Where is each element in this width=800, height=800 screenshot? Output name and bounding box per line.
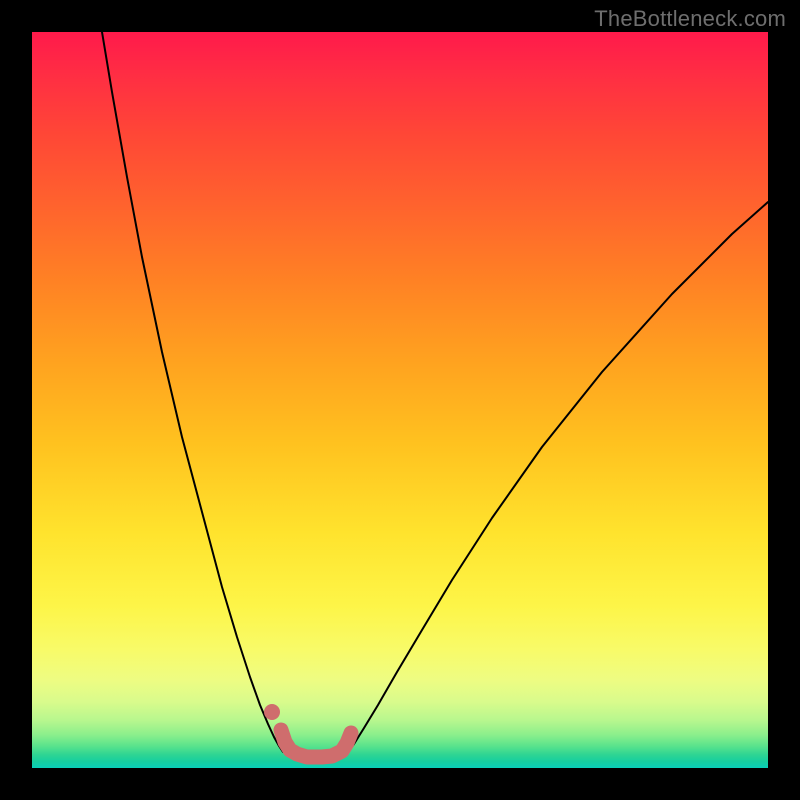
series-left-branch <box>102 32 283 752</box>
watermark-text: TheBottleneck.com <box>594 6 786 32</box>
series-layer <box>102 32 768 757</box>
series-bottom-marker <box>281 730 351 757</box>
plot-area <box>32 32 768 768</box>
chart-svg <box>32 32 768 768</box>
series-right-branch <box>348 202 768 752</box>
chart-frame: TheBottleneck.com <box>0 0 800 800</box>
series-dot <box>264 704 280 720</box>
